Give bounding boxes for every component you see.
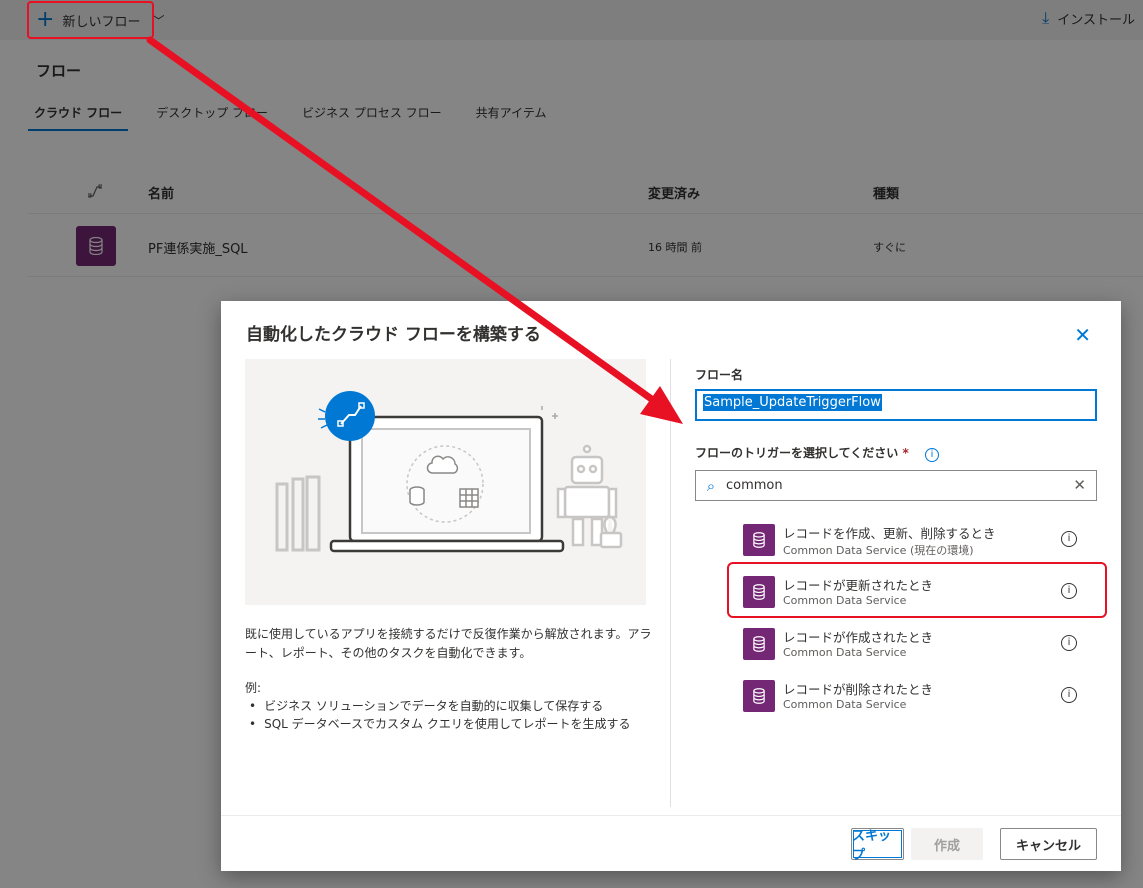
info-icon[interactable]: i xyxy=(1061,635,1077,651)
trigger-name: レコードが作成されたとき xyxy=(783,630,934,645)
flow-name-field[interactable]: Sample_UpdateTriggerFlow xyxy=(695,389,1097,421)
trigger-option[interactable]: レコードが作成されたとき Common Data Service i xyxy=(727,622,1107,666)
examples-label: 例: xyxy=(245,681,262,695)
examples-list: ビジネス ソリューションでデータを自動的に収集して保存する SQL データベース… xyxy=(249,697,631,733)
trigger-label: フローのトリガーを選択してください xyxy=(695,446,899,460)
info-icon[interactable]: i xyxy=(924,448,939,462)
list-item: ビジネス ソリューションでデータを自動的に収集して保存する xyxy=(249,697,631,715)
annotation-highlight-box xyxy=(727,562,1107,618)
trigger-connector: Common Data Service xyxy=(783,698,907,711)
divider xyxy=(670,359,671,807)
required-mark: * xyxy=(902,446,909,460)
search-icon: ⌕ xyxy=(706,476,716,495)
dialog-description: 既に使用しているアプリを接続するだけで反復作業から解放されます。アラート、レポー… xyxy=(245,627,652,660)
trigger-name: レコードが削除されたとき xyxy=(783,682,934,697)
info-icon[interactable]: i xyxy=(1061,531,1077,547)
clear-icon[interactable]: ✕ xyxy=(1073,476,1086,494)
annotation-highlight-box xyxy=(27,1,154,39)
list-item: SQL データベースでカスタム クエリを使用してレポートを生成する xyxy=(249,715,630,733)
trigger-connector: Common Data Service (現在の環境) xyxy=(783,544,974,557)
cancel-button[interactable]: キャンセル xyxy=(1000,828,1097,860)
create-button[interactable]: 作成 xyxy=(911,828,983,860)
info-icon[interactable]: i xyxy=(1061,687,1077,703)
footer-divider xyxy=(221,815,1121,816)
skip-button[interactable]: スキップ xyxy=(851,828,904,863)
database-icon xyxy=(743,680,775,712)
dialog-title: 自動化したクラウド フローを構築する xyxy=(246,325,541,345)
database-icon xyxy=(743,524,775,556)
flow-name-label: フロー名 xyxy=(695,368,744,382)
illustration xyxy=(245,359,646,605)
trigger-label-row: フローのトリガーを選択してください * i xyxy=(695,444,939,462)
trigger-option[interactable]: レコードを作成、更新、削除するとき Common Data Service (現… xyxy=(727,518,1107,562)
trigger-connector: Common Data Service xyxy=(783,646,907,659)
close-icon[interactable]: ✕ xyxy=(1074,323,1091,347)
flow-name-value: Sample_UpdateTriggerFlow xyxy=(703,394,882,411)
search-value: common xyxy=(726,478,783,493)
database-icon xyxy=(743,628,775,660)
trigger-search-input[interactable]: ⌕ common ✕ xyxy=(695,470,1097,501)
trigger-name: レコードを作成、更新、削除するとき xyxy=(783,526,996,541)
trigger-option[interactable]: レコードが削除されたとき Common Data Service i xyxy=(727,674,1107,718)
